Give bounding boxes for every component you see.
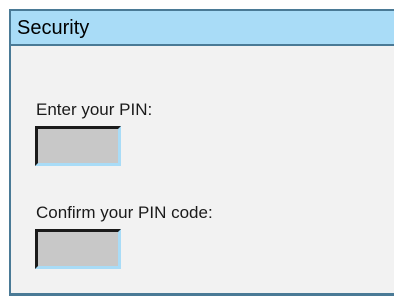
confirm-pin-input[interactable] bbox=[35, 229, 121, 269]
security-dialog: Security Enter your PIN: Confirm your PI… bbox=[9, 9, 394, 296]
dialog-title: Security bbox=[17, 17, 90, 39]
pin-label: Enter your PIN: bbox=[36, 100, 153, 119]
confirm-pin-label: Confirm your PIN code: bbox=[36, 203, 213, 222]
pin-input[interactable] bbox=[35, 126, 121, 166]
title-bar: Security bbox=[11, 11, 394, 46]
